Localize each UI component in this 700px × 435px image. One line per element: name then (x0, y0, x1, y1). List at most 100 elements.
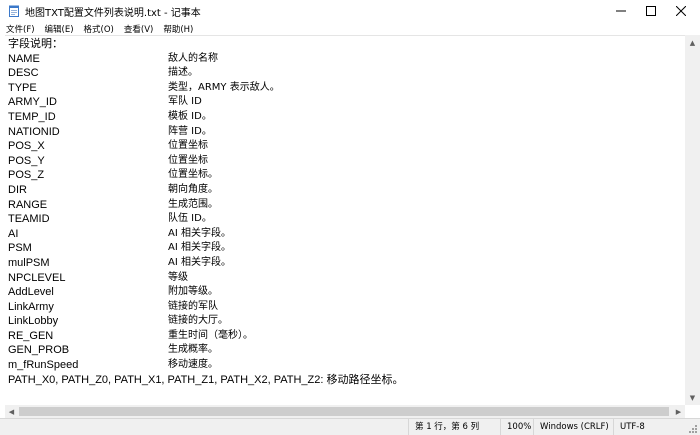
field-key: AddLevel (8, 286, 54, 299)
text-line-field: PSM AI 相关字段。 (8, 241, 680, 256)
text-line-field: DESC 描述。 (8, 66, 680, 81)
field-key: m_fRunSpeed (8, 359, 79, 372)
horizontal-scrollbar[interactable]: ◀ ▶ (5, 405, 685, 418)
field-description: 位置坐标 (168, 154, 208, 166)
text-line-field: LinkLobby 链接的大厅。 (8, 314, 680, 329)
field-key: PSM (8, 242, 32, 255)
line-ending: Windows (CRLF) (533, 419, 613, 435)
menu-bar: 文件(F) 编辑(E) 格式(O) 查看(V) 帮助(H) (0, 22, 700, 35)
text-line-path: PATH_X0, PATH_Z0, PATH_X1, PATH_Z1, PATH… (8, 373, 680, 388)
text-line-field: TYPE 类型，ARMY 表示敌人。 (8, 81, 680, 96)
field-key: NATIONID (8, 125, 60, 138)
field-key: DESC (8, 67, 39, 80)
scroll-right-arrow-icon[interactable]: ▶ (672, 405, 685, 418)
path-text: PATH_X0, PATH_Z0, PATH_X1, PATH_Z1, PATH… (8, 373, 404, 386)
menu-help[interactable]: 帮助(H) (163, 23, 193, 35)
field-key: NAME (8, 52, 40, 65)
field-key: RE_GEN (8, 329, 54, 342)
field-description: 生成范围。 (168, 198, 218, 210)
field-key: DIR (8, 183, 27, 196)
field-description: AI 相关字段。 (168, 227, 231, 239)
text-line-field: m_fRunSpeed 移动速度。 (8, 358, 680, 373)
title-bar[interactable]: 地图TXT配置文件列表说明.txt - 记事本 (0, 0, 700, 22)
text-line-field: AddLevel 附加等级。 (8, 285, 680, 300)
field-key: NPCLEVEL (8, 271, 66, 284)
menu-file[interactable]: 文件(F) (6, 23, 35, 35)
field-key: ARMY_ID (8, 96, 57, 109)
text-editor[interactable]: 字段说明： NAME 敌人的名称 DESC 描述。 TYPE 类型，ARMY 表示敌人。 A… (5, 35, 685, 405)
field-description: 模板 ID。 (168, 110, 212, 122)
field-description: 类型，ARMY 表示敌人。 (168, 81, 280, 93)
text-line-field: POS_X 位置坐标 (8, 139, 680, 154)
text-line-field: GEN_PROB 生成概率。 (8, 343, 680, 358)
text-line-field: TEMP_ID 模板 ID。 (8, 110, 680, 125)
text-content[interactable]: 字段说明： NAME 敌人的名称 DESC 描述。 TYPE 类型，ARMY 表示敌人。 A… (8, 37, 680, 387)
field-description: AI 相关字段。 (168, 242, 231, 254)
field-key: mulPSM (8, 256, 50, 269)
notepad-app-icon (9, 5, 19, 17)
resize-grip-icon[interactable] (688, 424, 698, 434)
field-key: TYPE (8, 81, 37, 94)
field-description: AI 相关字段。 (168, 256, 231, 268)
text-line-field: RE_GEN 重生时间（毫秒）。 (8, 329, 680, 344)
window-title: 地图TXT配置文件列表说明.txt - 记事本 (25, 8, 201, 19)
field-description: 位置坐标 (168, 140, 208, 152)
maximize-button[interactable] (636, 0, 666, 22)
field-description: 阵营 ID。 (168, 125, 212, 137)
text-line-field: RANGE 生成范围。 (8, 198, 680, 213)
scroll-up-arrow-icon[interactable]: ▲ (685, 35, 700, 50)
minimize-icon (616, 10, 626, 12)
maximize-icon (646, 6, 656, 16)
field-description: 军队 ID (168, 96, 202, 108)
field-description: 移动速度。 (168, 359, 218, 371)
field-key: LinkLobby (8, 315, 59, 328)
field-description: 朝向角度。 (168, 183, 218, 195)
text-line-field: LinkArmy 链接的军队 (8, 300, 680, 315)
text-line-field: POS_Y 位置坐标 (8, 154, 680, 169)
horizontal-scroll-thumb[interactable] (19, 407, 669, 416)
text-line-field: NATIONID 阵营 ID。 (8, 125, 680, 140)
menu-view[interactable]: 查看(V) (124, 23, 153, 35)
text-line-heading: 字段说明： (8, 37, 680, 52)
text-line-field: DIR 朝向角度。 (8, 183, 680, 198)
heading-text: 字段说明： (8, 38, 63, 50)
field-key: TEMP_ID (8, 110, 56, 123)
vertical-scrollbar[interactable]: ▲ ▼ (685, 35, 700, 405)
field-description: 生成概率。 (168, 344, 218, 356)
close-icon (676, 6, 686, 16)
field-description: 链接的大厅。 (168, 315, 228, 327)
field-key: GEN_PROB (8, 344, 70, 357)
zoom-level: 100% (500, 419, 533, 435)
field-key: RANGE (8, 198, 48, 211)
field-description: 附加等级。 (168, 286, 218, 298)
text-line-field: NPCLEVEL 等级 (8, 271, 680, 286)
field-key: POS_Z (8, 169, 45, 182)
minimize-button[interactable] (606, 0, 636, 22)
field-key: LinkArmy (8, 300, 54, 313)
field-description: 敌人的名称 (168, 52, 218, 64)
cursor-position: 第 1 行，第 6 列 (408, 419, 500, 435)
status-bar: 第 1 行，第 6 列 100% Windows (CRLF) UTF-8 (0, 418, 700, 435)
field-description: 位置坐标。 (168, 169, 218, 181)
field-description: 重生时间（毫秒）。 (168, 329, 253, 341)
field-description: 等级 (168, 271, 188, 283)
field-key: TEAMID (8, 213, 50, 226)
close-button[interactable] (666, 0, 696, 22)
encoding: UTF-8 (613, 419, 688, 435)
text-line-field: NAME 敌人的名称 (8, 52, 680, 67)
scroll-left-arrow-icon[interactable]: ◀ (5, 405, 18, 418)
notepad-window: 地图TXT配置文件列表说明.txt - 记事本 文件(F) 编辑(E) 格式(O… (0, 0, 700, 435)
field-description: 链接的军队 (168, 300, 218, 312)
text-line-field: AI AI 相关字段。 (8, 227, 680, 242)
field-description: 描述。 (168, 67, 198, 79)
scroll-down-arrow-icon[interactable]: ▼ (685, 390, 700, 405)
text-line-field: TEAMID 队伍 ID。 (8, 212, 680, 227)
menu-format[interactable]: 格式(O) (84, 23, 114, 35)
menu-edit[interactable]: 编辑(E) (45, 23, 74, 35)
text-line-field: POS_Z 位置坐标。 (8, 168, 680, 183)
field-key: POS_Y (8, 154, 45, 167)
text-line-field: mulPSM AI 相关字段。 (8, 256, 680, 271)
field-description: 队伍 ID。 (168, 213, 212, 225)
field-key: POS_X (8, 140, 45, 153)
text-line-field: ARMY_ID 军队 ID (8, 95, 680, 110)
